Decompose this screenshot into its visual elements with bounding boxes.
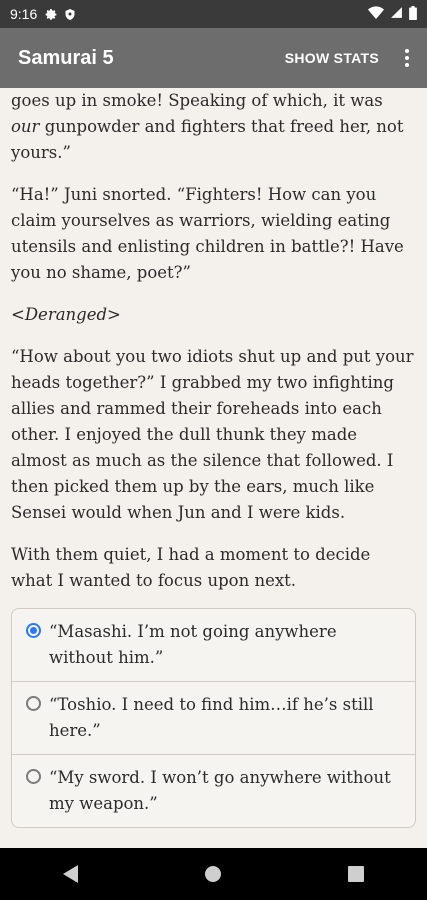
status-bar: 9:16 <box>0 0 427 28</box>
app-bar: Samurai 5 SHOW STATS <box>0 28 427 88</box>
status-time: 9:16 <box>10 6 38 22</box>
story-content: goes up in smoke! Speaking of which, it … <box>0 88 427 848</box>
story-text: gunpowder and fighters that freed her, n… <box>11 117 404 162</box>
wifi-icon <box>368 5 384 23</box>
app-title: Samurai 5 <box>18 46 114 69</box>
choice-label: “Toshio. I need to find him…if he’s stil… <box>49 695 374 740</box>
gear-icon <box>45 8 58 21</box>
battery-icon <box>409 5 417 23</box>
more-vert-icon[interactable] <box>397 49 417 67</box>
show-stats-button[interactable]: SHOW STATS <box>285 50 379 66</box>
radio-button[interactable] <box>26 696 41 711</box>
recents-icon[interactable] <box>326 854 386 894</box>
story-text: goes up in smoke! Speaking of which, it … <box>11 91 383 110</box>
choice-list: “Masashi. I’m not going anywhere without… <box>11 608 416 828</box>
story-emphasis: our <box>11 117 40 136</box>
radio-button[interactable] <box>26 769 41 784</box>
choice-option[interactable]: “Toshio. I need to find him…if he’s stil… <box>12 681 415 754</box>
home-icon[interactable] <box>183 854 243 894</box>
choice-label: “My sword. I won’t go anywhere without m… <box>49 768 391 813</box>
story-paragraph: With them quiet, I had a moment to decid… <box>11 545 371 590</box>
radio-button-selected[interactable] <box>26 623 41 638</box>
shield-icon <box>64 8 76 21</box>
story-emphasis: <Deranged> <box>11 305 121 324</box>
story-paragraph: “How about you two idiots shut up and pu… <box>11 347 414 522</box>
signal-icon <box>390 6 403 22</box>
choice-option[interactable]: “My sword. I won’t go anywhere without m… <box>12 754 415 827</box>
story-paragraph: “Ha!” Juni snorted. “Fighters! How can y… <box>11 185 404 282</box>
story-paragraph: <Deranged> <box>11 302 416 328</box>
story-paragraph: goes up in smoke! Speaking of which, it … <box>11 88 416 166</box>
choice-label: “Masashi. I’m not going anywhere without… <box>49 622 337 667</box>
choice-option[interactable]: “Masashi. I’m not going anywhere without… <box>12 609 415 681</box>
back-icon[interactable] <box>41 854 101 894</box>
system-nav-bar <box>0 848 427 900</box>
